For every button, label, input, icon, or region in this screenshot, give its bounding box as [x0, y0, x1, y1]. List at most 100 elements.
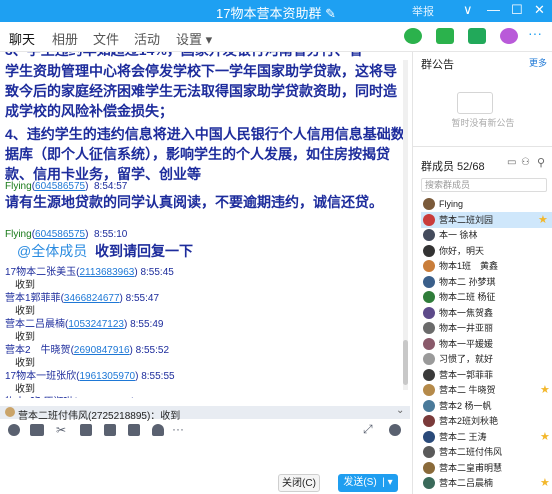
member-item[interactable]: 物本二班 杨征 [423, 289, 551, 305]
member-item[interactable]: 你好，明天 [423, 243, 551, 259]
sender-id[interactable]: 1053247123 [68, 319, 124, 330]
chat-icon[interactable]: ▭ [507, 157, 516, 168]
send-button[interactable]: 发送(S) | ▾ [338, 474, 398, 492]
member-item[interactable]: 习惯了，就好 [423, 351, 551, 367]
member-name: 营本二 王涛 [439, 431, 487, 442]
avatar [423, 430, 435, 443]
avatar [423, 353, 435, 365]
tab-files[interactable]: 文件 [93, 29, 119, 48]
scrollbar-thumb[interactable] [403, 340, 408, 385]
sender-name[interactable]: 物本1班 原淑琳 [5, 397, 73, 398]
group-name[interactable]: 17物本营本资助群 [216, 6, 321, 21]
dropdown-icon[interactable]: ∨ [463, 2, 473, 18]
avatar [423, 291, 435, 303]
more-icon[interactable]: ··· [528, 26, 546, 44]
member-item[interactable]: 物本一焦贺鑫 [423, 305, 551, 321]
member-name: 物本一井亚丽 [439, 323, 494, 333]
history-icon[interactable] [389, 424, 401, 436]
member-item[interactable]: 营本2 杨一帆 [423, 398, 551, 414]
member-item[interactable]: 本一 徐林 [423, 227, 551, 243]
announcement-header: 群公告 [421, 59, 454, 71]
search-icon[interactable]: ⚲ [537, 156, 545, 169]
member-item[interactable]: 物本一井亚丽 [423, 320, 551, 336]
tab-settings[interactable]: 设置 ▾ [176, 29, 212, 48]
tab-bar: 聊天 相册 文件 活动 设置 ▾ ··· [0, 22, 552, 56]
emoji-icon[interactable] [8, 424, 20, 436]
scrollbar[interactable] [403, 60, 408, 390]
member-item[interactable]: 营本2班刘秋艳 [423, 413, 551, 429]
member-name: 营本一郭菲菲 [439, 369, 494, 380]
member-item[interactable]: 营本二 王涛 ★ [423, 429, 551, 445]
avatar [423, 337, 435, 350]
new-message-text: 营本二班付伟风(2725218895)：收到 [18, 411, 181, 422]
tab-chat[interactable]: 聊天 [9, 29, 36, 56]
avatar [423, 275, 435, 288]
add-app-icon[interactable] [500, 28, 518, 44]
member-item[interactable]: 物本二 孙梦琪 [423, 274, 551, 290]
sender-id[interactable]: 604586575 [35, 181, 85, 192]
member-name: 营本二班刘园 [439, 214, 494, 225]
member-item[interactable]: 营本一郭菲菲 [423, 367, 551, 383]
report-link[interactable]: 举报 [412, 3, 434, 19]
message-meta: Flying(604586575) 8:54:57 [5, 181, 128, 192]
empty-notice-icon [457, 92, 493, 114]
minimize-button[interactable]: — [487, 2, 500, 17]
member-name: 物本二班 杨征 [439, 292, 496, 302]
phone-icon[interactable] [404, 28, 422, 44]
chat-area: 3、学生违约率如超过14%，国家开发银行河南省分行、省 学生资助管理中心将会停发… [0, 52, 410, 398]
sender-id[interactable]: 2113683963 [79, 267, 134, 278]
expand-icon[interactable]: ⤢ [363, 423, 375, 436]
screen-share-icon[interactable] [468, 28, 486, 44]
gif-icon[interactable] [30, 424, 44, 436]
member-item[interactable]: 营本二吕晨楠 ★ [423, 475, 551, 491]
member-name: 物本1班 黄鑫 [439, 261, 499, 271]
chevron-down-icon[interactable]: ⌄ [396, 405, 404, 416]
new-message-bar[interactable]: 营本二班付伟风(2725218895)：收到 ⌄ [0, 405, 410, 422]
message-text: 请有生源地贷款的同学认真阅读，不要逾期违约，诚信还贷。 [5, 194, 383, 210]
add-member-icon[interactable]: ⚇ [521, 157, 530, 168]
image-icon[interactable] [104, 424, 116, 436]
maximize-button[interactable]: ☐ [511, 2, 523, 18]
avatar [423, 368, 435, 381]
sender-name[interactable]: Flying [5, 229, 32, 240]
member-item[interactable]: 营本二班刘园 ★ [421, 211, 552, 228]
avatar [423, 384, 435, 396]
admin-star-icon: ★ [540, 430, 550, 443]
member-item[interactable]: 物本一平媛媛 [423, 336, 551, 352]
sender-name[interactable]: 营本二吕晨楠 [5, 319, 65, 330]
sender-id[interactable]: 1172314877 [77, 397, 132, 398]
message-text: 学生资助管理中心将会停发学校下一学年国家助学贷款，这将导致今后的家庭经济困难学生… [5, 63, 397, 119]
folder-icon[interactable] [80, 424, 92, 436]
more-icon[interactable]: ··· [172, 423, 184, 436]
member-name: Flying [439, 199, 464, 209]
sender-id[interactable]: 604586575 [35, 229, 85, 240]
sender-id[interactable]: 3466824677 [64, 293, 120, 304]
member-item[interactable]: 物本1班 黄鑫 [423, 258, 551, 274]
tab-activity[interactable]: 活动 [134, 29, 160, 48]
avatar [423, 260, 435, 272]
member-name: 营本二班付伟风 [439, 447, 503, 457]
bell-icon[interactable] [152, 424, 164, 436]
member-name: 营本2班刘秋艳 [439, 416, 499, 426]
mention-all[interactable]: @全体成员 [17, 243, 87, 259]
close-button[interactable]: ✕ [534, 2, 545, 18]
member-item[interactable]: 营本二 牛晓贺 ★ [423, 382, 551, 398]
tab-album[interactable]: 相册 [52, 29, 78, 48]
video-icon[interactable] [436, 28, 454, 44]
message-input[interactable] [0, 444, 410, 470]
chevron-down-icon[interactable]: ▾ [388, 477, 393, 488]
close-chat-button[interactable]: 关闭(C) [278, 474, 320, 492]
more-link[interactable]: 更多 [529, 56, 547, 69]
avatar [5, 407, 15, 417]
picture-icon[interactable] [128, 424, 140, 436]
sender-name[interactable]: Flying [5, 181, 32, 192]
member-item[interactable]: Flying [423, 196, 551, 212]
member-search-input[interactable]: 搜索群成员 [421, 178, 547, 192]
empty-notice-text: 暂时没有新公告 [451, 118, 515, 128]
sender-id[interactable]: 1961305970 [79, 371, 135, 382]
edit-icon[interactable]: ✎ [325, 6, 336, 21]
sender-id[interactable]: 2690847916 [74, 345, 130, 356]
member-item[interactable]: 营本二班付伟风 [423, 444, 551, 460]
scissors-icon[interactable]: ✂ [56, 424, 68, 436]
member-item[interactable]: 营本二皇甫明慧 [423, 460, 551, 476]
